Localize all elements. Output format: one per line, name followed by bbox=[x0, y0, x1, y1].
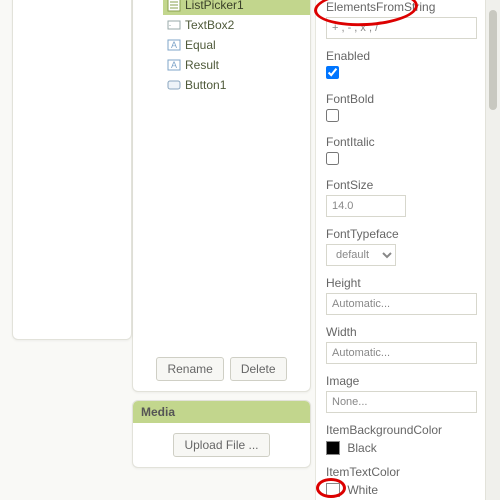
component-label: TextBox2 bbox=[185, 18, 234, 32]
prop-label: Height bbox=[326, 276, 477, 290]
color-swatch-icon[interactable] bbox=[326, 441, 340, 455]
label-icon: A bbox=[167, 58, 181, 72]
prop-enabled: Enabled bbox=[326, 49, 477, 82]
preview-column bbox=[0, 0, 132, 500]
prop-label: FontTypeface bbox=[326, 227, 477, 241]
prop-label: FontBold bbox=[326, 92, 477, 106]
component-item-button1[interactable]: Button1 bbox=[163, 75, 310, 95]
prop-elementsfromstring: ElementsFromString bbox=[326, 0, 477, 39]
rename-button[interactable]: Rename bbox=[156, 357, 223, 381]
prop-label: ItemBackgroundColor bbox=[326, 423, 477, 437]
button-icon bbox=[167, 78, 181, 92]
label-icon: A bbox=[167, 38, 181, 52]
preview-card bbox=[12, 0, 132, 340]
delete-button[interactable]: Delete bbox=[230, 357, 287, 381]
svg-text:A: A bbox=[171, 60, 177, 70]
color-name: Black bbox=[347, 441, 376, 455]
fontbold-checkbox[interactable] bbox=[326, 109, 339, 122]
prop-fonttypeface: FontTypeface default bbox=[326, 227, 477, 266]
component-label: ListPicker1 bbox=[185, 0, 244, 12]
prop-height: Height bbox=[326, 276, 477, 315]
component-item-textbox2[interactable]: TextBox2 bbox=[163, 15, 310, 35]
scrollbar-thumb[interactable] bbox=[489, 10, 497, 110]
upload-file-button[interactable]: Upload File ... bbox=[173, 433, 269, 457]
component-item-result[interactable]: A Result bbox=[163, 55, 310, 75]
prop-label: FontItalic bbox=[326, 135, 477, 149]
prop-width: Width bbox=[326, 325, 477, 364]
elementsfromstring-input[interactable] bbox=[326, 17, 477, 39]
width-input[interactable] bbox=[326, 342, 477, 364]
fonttypeface-select[interactable]: default bbox=[326, 244, 396, 266]
properties-panel: ElementsFromString Enabled FontBold Font… bbox=[315, 0, 485, 500]
media-header: Media bbox=[133, 401, 310, 423]
components-tree: ListPicker1 TextBox2 A Equal A bbox=[133, 0, 310, 95]
color-name: White bbox=[347, 483, 378, 497]
prop-itembackgroundcolor: ItemBackgroundColor Black bbox=[326, 423, 477, 455]
textbox-icon bbox=[167, 18, 181, 32]
prop-itemtextcolor: ItemTextColor White bbox=[326, 465, 477, 497]
component-item-listpicker1[interactable]: ListPicker1 bbox=[163, 0, 310, 15]
prop-fontbold: FontBold bbox=[326, 92, 477, 125]
prop-label: ItemTextColor bbox=[326, 465, 477, 479]
prop-label: Width bbox=[326, 325, 477, 339]
components-panel: ListPicker1 TextBox2 A Equal A bbox=[132, 0, 311, 392]
height-input[interactable] bbox=[326, 293, 477, 315]
prop-fontitalic: FontItalic bbox=[326, 135, 477, 168]
prop-image: Image bbox=[326, 374, 477, 413]
color-swatch-icon[interactable] bbox=[326, 483, 340, 497]
prop-label: Enabled bbox=[326, 49, 477, 63]
image-input[interactable] bbox=[326, 391, 477, 413]
fontsize-input[interactable] bbox=[326, 195, 406, 217]
component-label: Button1 bbox=[185, 78, 226, 92]
component-item-equal[interactable]: A Equal bbox=[163, 35, 310, 55]
svg-text:A: A bbox=[171, 40, 177, 50]
fontitalic-checkbox[interactable] bbox=[326, 152, 339, 165]
media-panel: Media Upload File ... bbox=[132, 400, 311, 468]
prop-label: FontSize bbox=[326, 178, 477, 192]
component-label: Equal bbox=[185, 38, 216, 52]
component-label: Result bbox=[185, 58, 219, 72]
list-icon bbox=[167, 0, 181, 12]
prop-label: ElementsFromString bbox=[326, 0, 477, 14]
vertical-scrollbar[interactable] bbox=[485, 0, 500, 500]
prop-fontsize: FontSize bbox=[326, 178, 477, 217]
prop-label: Image bbox=[326, 374, 477, 388]
enabled-checkbox[interactable] bbox=[326, 66, 339, 79]
